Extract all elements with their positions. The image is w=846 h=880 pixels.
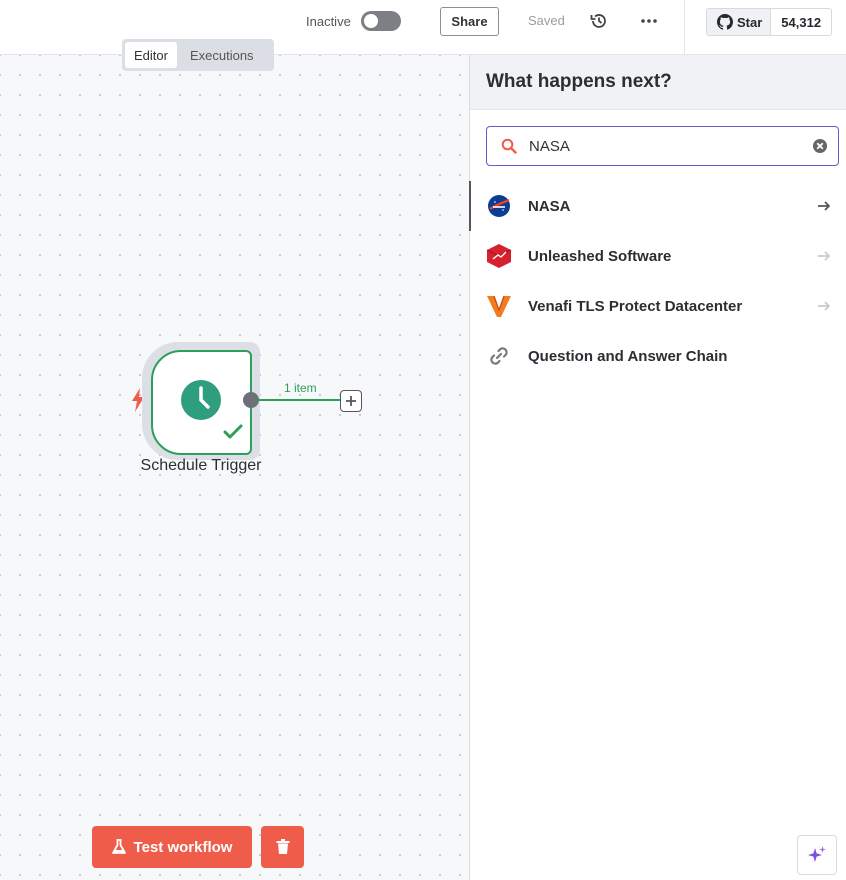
list-item[interactable]: Unleashed Software xyxy=(470,231,846,281)
arrow-right-icon xyxy=(818,201,830,211)
result-label: Unleashed Software xyxy=(528,247,672,265)
arrow-right-icon xyxy=(818,301,830,311)
toggle-label: Inactive xyxy=(306,13,351,29)
history-icon[interactable] xyxy=(590,12,608,30)
divider xyxy=(684,0,685,54)
github-icon xyxy=(717,14,733,30)
node-search-field[interactable]: NASA xyxy=(486,126,839,166)
github-star-count[interactable]: 54,312 xyxy=(771,9,832,35)
panel-title: What happens next? xyxy=(470,55,846,110)
trash-icon xyxy=(276,839,289,854)
arrow-right-icon xyxy=(818,251,830,261)
search-results-list: NASA Unleashed Software Venafi TLS Prote… xyxy=(469,181,846,381)
node-label: Schedule Trigger xyxy=(140,457,262,474)
result-label: Venafi TLS Protect Datacenter xyxy=(528,297,743,315)
search-input[interactable]: NASA xyxy=(529,138,812,155)
toggle-knob xyxy=(363,14,378,28)
flask-icon xyxy=(111,839,126,854)
active-toggle[interactable] xyxy=(360,11,401,31)
test-workflow-label: Test workflow xyxy=(133,838,233,856)
nasa-logo-icon xyxy=(486,193,512,219)
share-button[interactable]: Share xyxy=(440,7,499,36)
result-label: Question and Answer Chain xyxy=(528,347,728,365)
sparkle-icon xyxy=(808,846,826,862)
delete-button[interactable] xyxy=(261,826,304,868)
github-star-button[interactable]: Star xyxy=(707,9,772,35)
tab-editor[interactable]: Editor xyxy=(125,42,177,68)
editor-tabs: Editor Executions xyxy=(122,39,274,71)
search-icon xyxy=(501,138,517,154)
clock-icon xyxy=(181,380,221,420)
list-item[interactable]: NASA xyxy=(469,181,846,231)
test-workflow-button[interactable]: Test workflow xyxy=(92,826,252,868)
clear-search-icon[interactable] xyxy=(812,138,828,154)
list-item[interactable]: Venafi TLS Protect Datacenter xyxy=(470,281,846,331)
connection-item-count: 1 item xyxy=(284,381,317,395)
plus-icon xyxy=(346,396,356,406)
link-icon xyxy=(486,343,512,369)
node-creator-panel: What happens next? NASA NASA Unleashed S… xyxy=(469,55,846,880)
saved-status: Saved xyxy=(528,13,565,28)
tab-executions[interactable]: Executions xyxy=(181,42,263,68)
github-star-label: Star xyxy=(737,14,763,30)
connection-line xyxy=(258,399,340,401)
list-item[interactable]: Question and Answer Chain xyxy=(470,331,846,381)
active-toggle-group[interactable]: Inactive xyxy=(306,11,401,31)
venafi-logo-icon xyxy=(486,293,512,319)
ai-assistant-button[interactable] xyxy=(797,835,837,875)
node-output-handle[interactable] xyxy=(243,392,259,408)
success-check-icon xyxy=(223,424,243,439)
more-options-icon[interactable] xyxy=(640,12,658,30)
result-label: NASA xyxy=(528,197,571,215)
add-node-button[interactable] xyxy=(340,390,362,412)
github-star-widget[interactable]: Star 54,312 xyxy=(706,8,833,36)
unleashed-logo-icon xyxy=(486,243,512,269)
